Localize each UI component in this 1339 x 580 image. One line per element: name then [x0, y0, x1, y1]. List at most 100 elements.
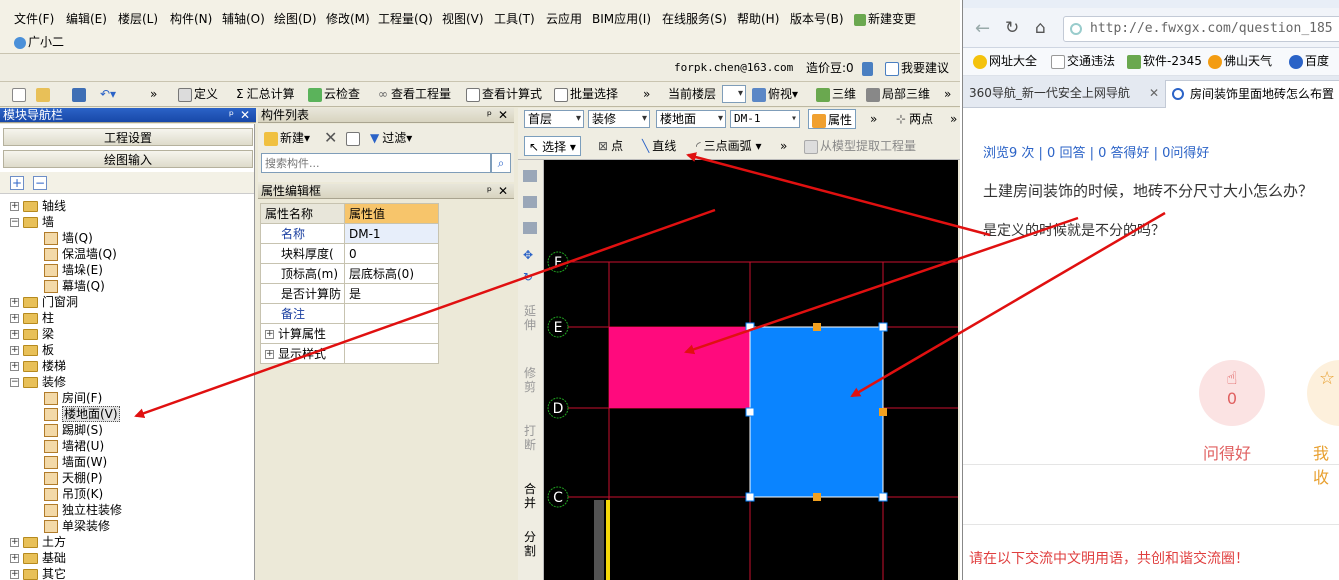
tree-item[interactable]: 楼地面(V) [44, 406, 120, 422]
close-icon[interactable]: ✕ [498, 108, 508, 123]
drawing-canvas[interactable]: F E D C [544, 160, 958, 580]
expand-icon[interactable]: + [265, 350, 274, 359]
define-button[interactable]: 定义 [178, 84, 218, 104]
reload-icon[interactable]: ↻ [1005, 18, 1019, 38]
properties-button[interactable]: 属性 [808, 109, 857, 129]
expand-icon[interactable]: + [10, 346, 19, 355]
menu-draw[interactable]: 绘图(D) [274, 10, 317, 28]
draw-input-button[interactable]: 绘图输入 [3, 150, 253, 168]
property-row[interactable]: 备注 [260, 303, 439, 324]
break-tool[interactable]: 打断 [524, 424, 538, 452]
menu-component[interactable]: 构件(N) [170, 10, 212, 28]
extend-tool[interactable]: 延伸 [524, 304, 538, 332]
menu-cloud[interactable]: 云应用 [546, 10, 582, 28]
expand-icon[interactable]: + [10, 298, 19, 307]
new-file-icon[interactable] [12, 84, 28, 104]
menu-file[interactable]: 文件(F) [14, 10, 54, 28]
menu-floor[interactable]: 楼层(L) [118, 10, 158, 28]
arc-tool-button[interactable]: ◜ 三点画弧 ▾ [696, 136, 762, 156]
tree-item[interactable]: 墙垛(E) [44, 262, 103, 278]
tree-folder[interactable]: − 墙 [10, 214, 54, 230]
overflow-chevron-icon[interactable]: » [950, 109, 957, 129]
overflow-chevron-icon[interactable]: » [780, 136, 787, 156]
pin-icon[interactable]: ᵖ [487, 184, 492, 199]
tree-folder[interactable]: + 板 [10, 342, 54, 358]
point-tool-button[interactable]: ⊠ 点 [598, 136, 623, 156]
like-button[interactable]: ☝ 0 [1199, 360, 1265, 426]
select-tool-button[interactable]: ↖ 选择 ▾ [524, 136, 581, 156]
extract-quantity-button[interactable]: 从模型提取工程量 [804, 136, 916, 156]
tree-item[interactable]: 墙(Q) [44, 230, 93, 246]
view-formula-button[interactable]: 查看计算式 [466, 84, 542, 104]
tree-item[interactable]: 单梁装修 [44, 518, 110, 534]
collapse-all-icon[interactable]: − [33, 176, 47, 190]
move-icon[interactable]: ✥ [523, 248, 537, 262]
tree-item[interactable]: 墙面(W) [44, 454, 107, 470]
type-select[interactable]: 楼地面 [656, 110, 726, 128]
expand-all-icon[interactable]: + [10, 176, 24, 190]
category-select[interactable]: 装修 [588, 110, 650, 128]
overflow-chevron-icon[interactable]: » [944, 84, 951, 104]
home-icon[interactable]: ⌂ [1035, 18, 1046, 38]
property-value[interactable] [344, 303, 439, 324]
property-value[interactable]: DM-1 [344, 223, 439, 244]
canvas-svg[interactable]: F E D C [544, 160, 958, 580]
pin-icon[interactable]: ᵖ [487, 108, 492, 123]
menu-bim[interactable]: BIM应用(I) [592, 10, 651, 28]
expand-icon[interactable]: + [10, 538, 19, 547]
current-floor-select[interactable] [722, 85, 746, 103]
undo-icon[interactable]: ↶▾ [100, 84, 116, 104]
overflow-chevron-icon[interactable]: » [870, 109, 877, 129]
menu-new-change[interactable]: 新建变更 [854, 10, 916, 28]
collapse-icon[interactable]: − [10, 378, 19, 387]
menu-online[interactable]: 在线服务(S) [662, 10, 727, 28]
bell-icon[interactable] [862, 58, 875, 78]
tree-item[interactable]: 幕墙(Q) [44, 278, 105, 294]
user-email[interactable]: forpk.chen@163.com [674, 58, 793, 78]
tab-360-nav[interactable]: 360导航_新一代安全上网导航 ✕ [963, 80, 1163, 108]
menu-version[interactable]: 版本号(B) [790, 10, 844, 28]
property-row[interactable]: 块料厚度(0 [260, 243, 439, 264]
search-icon[interactable]: ⌕ [491, 153, 511, 173]
mirror-icon[interactable] [523, 222, 537, 234]
menu-view[interactable]: 视图(V) [442, 10, 484, 28]
two-point-button[interactable]: ⊹ 两点 [896, 109, 933, 129]
back-icon[interactable]: ← [975, 18, 990, 39]
bookmark-item[interactable]: 佛山天气 [1208, 51, 1272, 71]
expand-icon[interactable]: + [10, 362, 19, 371]
floor-select[interactable]: 首层 [524, 110, 584, 128]
tree-item[interactable]: 墙裙(U) [44, 438, 104, 454]
close-icon[interactable]: ✕ [1149, 80, 1159, 106]
filter-button[interactable]: ▼ 过滤▾ [370, 128, 412, 148]
copy-icon[interactable] [346, 128, 362, 148]
merge-tool[interactable]: 合并 [524, 482, 538, 510]
bookmark-item[interactable]: 百度 [1289, 51, 1329, 71]
bookmark-item[interactable]: 交通违法 [1051, 51, 1115, 71]
cloud-check-button[interactable]: 云检查 [308, 84, 360, 104]
tree-item[interactable]: 保温墙(Q) [44, 246, 117, 262]
copy-icon[interactable] [523, 196, 537, 208]
assistant-button[interactable]: 广小二 [14, 33, 64, 51]
save-icon[interactable] [72, 84, 88, 104]
property-value[interactable]: 0 [344, 243, 439, 264]
tree-item[interactable]: 房间(F) [44, 390, 102, 406]
menu-modify[interactable]: 修改(M) [326, 10, 370, 28]
local-3d-button[interactable]: 局部三维 [866, 84, 930, 104]
close-icon[interactable]: ✕ [240, 108, 250, 123]
3d-view-button[interactable]: 三维 [816, 84, 856, 104]
property-row[interactable]: 顶标高(m) 层底标高(0) [260, 263, 439, 284]
tree-item[interactable]: 天棚(P) [44, 470, 103, 486]
feedback-button[interactable]: 我要建议 [885, 58, 949, 78]
overflow-chevron-icon[interactable]: » [150, 84, 157, 104]
line-tool-button[interactable]: ╲ 直线 [642, 136, 676, 156]
expand-icon[interactable]: + [265, 330, 274, 339]
close-icon[interactable]: ✕ [498, 184, 508, 199]
tree-folder[interactable]: + 土方 [10, 534, 66, 550]
property-value[interactable] [344, 323, 439, 344]
tree-item[interactable]: 吊顶(K) [44, 486, 103, 502]
floor-region-blue-selected[interactable] [750, 327, 883, 497]
batch-select-button[interactable]: 批量选择 [554, 84, 618, 104]
view-quantity-button[interactable]: ∞ 查看工程量 [378, 84, 451, 104]
tree-folder[interactable]: + 楼梯 [10, 358, 66, 374]
tree-folder[interactable]: + 基础 [10, 550, 66, 566]
